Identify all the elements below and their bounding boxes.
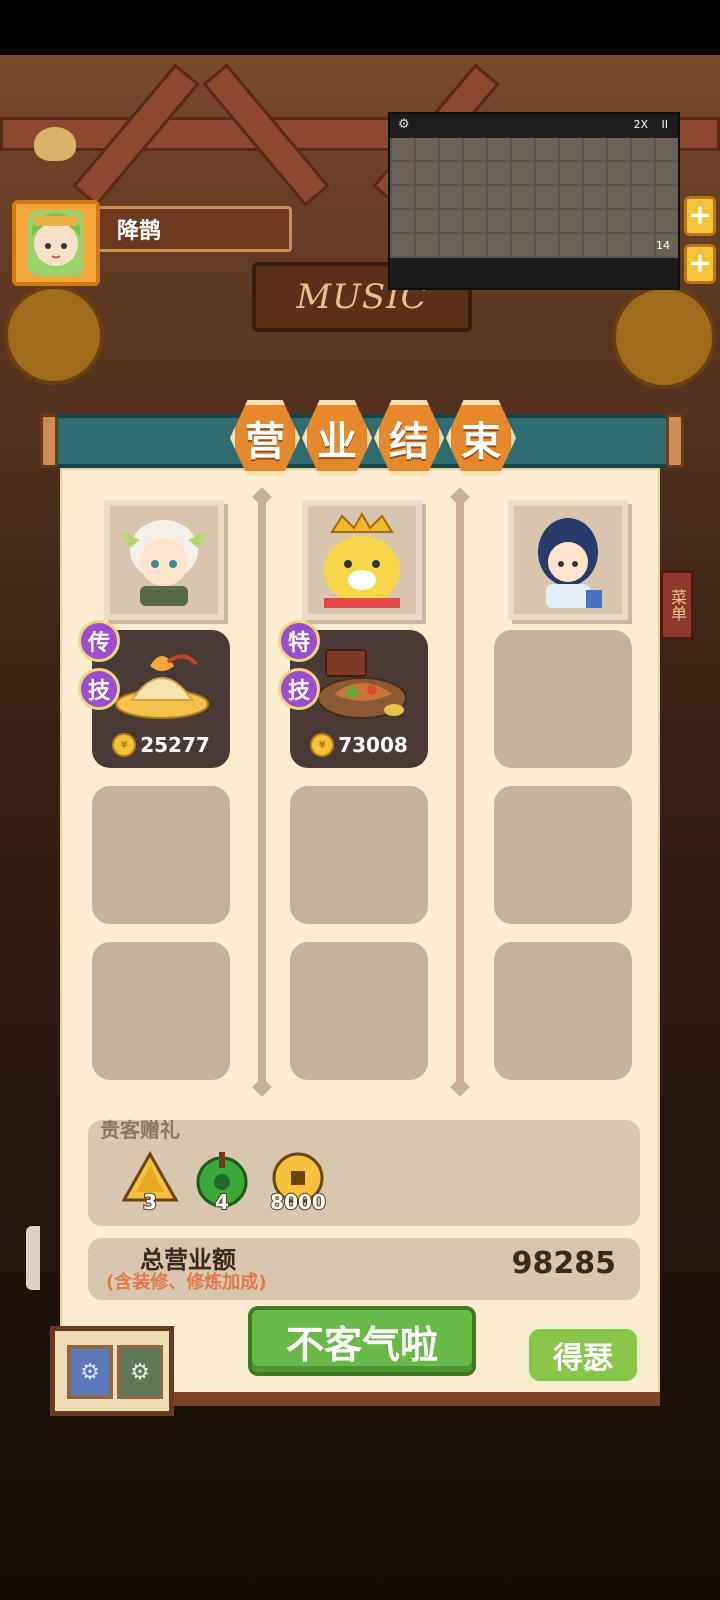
coin-icon: ¥: [112, 733, 137, 757]
video-bottombar: [390, 258, 678, 288]
title-char: 结: [374, 400, 444, 476]
empty-dish-slot[interactable]: [494, 786, 632, 924]
empty-dish-slot[interactable]: [92, 786, 230, 924]
column-divider: [258, 496, 266, 1086]
confirm-button[interactable]: 不客气啦: [248, 1306, 476, 1376]
total-revenue-value: 98285: [511, 1246, 616, 1281]
jade-token-icon[interactable]: 4: [192, 1150, 252, 1215]
skill-badge: 技: [278, 668, 320, 710]
banner-roll-end: [40, 414, 58, 468]
gift-count: 4: [214, 1189, 230, 1215]
side-drawer-tab[interactable]: [26, 1226, 40, 1290]
coin-icon: ¥: [310, 733, 335, 757]
title-badges: 营 业 结 束: [230, 400, 516, 476]
empty-dish-slot[interactable]: [92, 942, 230, 1080]
price-value: 25277: [140, 733, 210, 757]
empty-dish-slot[interactable]: [290, 786, 428, 924]
speed-button[interactable]: 2X: [633, 118, 648, 131]
gift-count: 3: [142, 1189, 158, 1215]
chick-decoration-icon: [34, 127, 76, 161]
banner-roll-end: [666, 414, 684, 468]
column-divider: [456, 496, 464, 1086]
green-haired-girl-avatar-icon: [12, 200, 100, 286]
total-revenue-note: (含装修、修炼加成): [106, 1272, 267, 1293]
price-value: 73008: [338, 733, 408, 757]
vip-gift-title: 贵客赠礼: [100, 1118, 180, 1142]
video-counter: 14: [656, 239, 670, 252]
add-currency-button[interactable]: +: [684, 196, 716, 236]
skill-badge: 技: [78, 668, 120, 710]
gear-icon[interactable]: ⚙: [67, 1345, 113, 1399]
noodle-dish-icon: [115, 654, 209, 719]
grilled-platter-icon: [317, 649, 407, 719]
dish-price: ¥ 73008: [290, 732, 428, 758]
skill-badge: 传: [78, 620, 120, 662]
skill-badge: 特: [278, 620, 320, 662]
gear-icon[interactable]: ⚙: [398, 117, 410, 132]
title-char: 束: [446, 400, 516, 476]
title-char: 营: [230, 400, 300, 476]
empty-dish-slot[interactable]: [290, 942, 428, 1080]
player-card[interactable]: 降鹊: [12, 200, 292, 286]
bottom-tool-box: ⚙ ⚙: [50, 1326, 174, 1416]
empty-dish-slot[interactable]: [494, 630, 632, 768]
gift-count: 8000: [269, 1189, 327, 1215]
settings-icon[interactable]: ⚙: [117, 1345, 163, 1399]
video-game-map: [390, 138, 678, 258]
menu-side-sign[interactable]: 菜单: [660, 570, 694, 640]
crowned-chick-portrait-icon[interactable]: [302, 500, 422, 620]
rice-dumpling-icon[interactable]: 3: [120, 1150, 180, 1215]
blue-haired-woman-portrait-icon[interactable]: [508, 500, 628, 620]
empty-dish-slot[interactable]: [494, 942, 632, 1080]
gramophone-horn-decoration: [612, 285, 716, 389]
white-haired-girl-portrait-icon[interactable]: [104, 500, 224, 620]
gramophone-horn-decoration: [4, 285, 104, 385]
pause-button[interactable]: II: [662, 118, 669, 131]
player-name: 降鹊: [92, 206, 292, 252]
dish-price: ¥ 25277: [92, 732, 230, 758]
show-off-button[interactable]: 得瑟: [526, 1326, 640, 1384]
add-currency-button[interactable]: +: [684, 244, 716, 284]
video-overlay[interactable]: ⚙ 2X II 14: [388, 112, 680, 290]
gold-coin-icon[interactable]: 8000: [268, 1150, 328, 1215]
title-char: 业: [302, 400, 372, 476]
